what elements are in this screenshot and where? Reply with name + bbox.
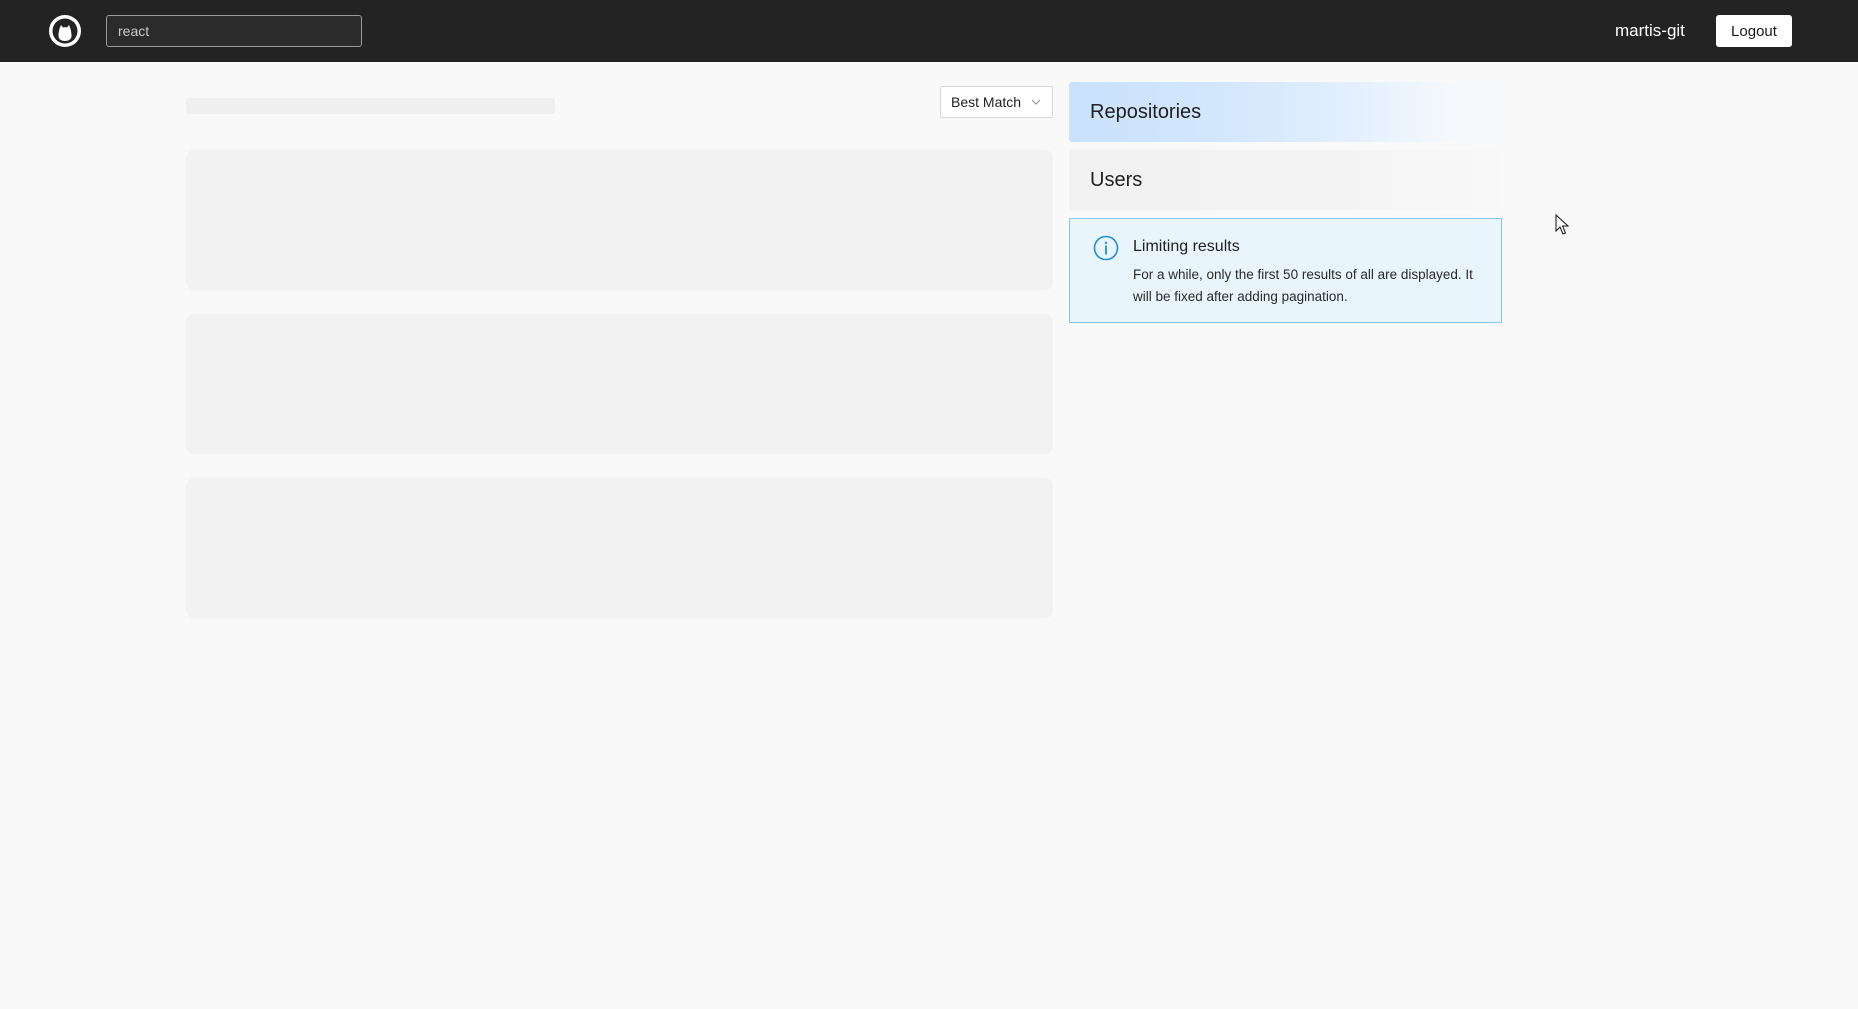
octocat-logo-icon[interactable]	[48, 14, 82, 48]
search-input[interactable]	[106, 15, 362, 47]
notice-title: Limiting results	[1133, 238, 1240, 255]
sort-selected-label: Best Match	[951, 94, 1022, 110]
repo-card-skeleton	[186, 478, 1053, 618]
mouse-cursor-icon	[1555, 214, 1569, 235]
sort-select[interactable]: Best Match	[940, 86, 1053, 118]
info-icon	[1093, 235, 1119, 261]
notice-text: For a while, only the first 50 results o…	[1133, 267, 1473, 304]
chevron-down-icon	[1031, 99, 1041, 105]
tab-users[interactable]: Users	[1069, 150, 1502, 210]
repo-card-skeleton	[186, 314, 1053, 454]
username-label[interactable]: martis-git	[1615, 20, 1685, 42]
tab-repositories[interactable]: Repositories	[1069, 82, 1502, 142]
tab-users-label: Users	[1090, 168, 1143, 191]
repo-card-skeleton	[186, 150, 1053, 290]
results-count-skeleton	[186, 98, 555, 114]
limiting-results-notice: Limiting results For a while, only the f…	[1069, 218, 1502, 323]
logout-button[interactable]: Logout	[1716, 15, 1792, 47]
tab-repositories-label: Repositories	[1090, 100, 1202, 123]
top-bar: martis-git Logout	[0, 0, 1858, 62]
